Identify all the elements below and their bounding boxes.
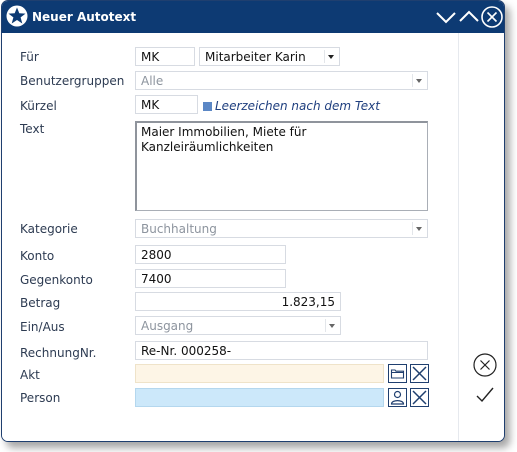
akt-label: Akt bbox=[20, 368, 40, 382]
x-icon bbox=[412, 366, 427, 381]
dialog-window: Neuer Autotext Für MK Mitarbeiter Karin bbox=[1, 0, 505, 442]
fuer-label: Für bbox=[20, 50, 39, 64]
person-icon bbox=[390, 390, 405, 405]
person-label: Person bbox=[20, 391, 61, 405]
akt-field[interactable] bbox=[135, 364, 384, 383]
kategorie-select[interactable]: Buchhaltung bbox=[135, 219, 428, 238]
ein-aus-value: Ausgang bbox=[141, 319, 194, 333]
checkmark-icon bbox=[476, 387, 494, 403]
akt-browse-button[interactable] bbox=[388, 364, 407, 383]
chevron-down-icon[interactable] bbox=[412, 222, 425, 235]
title-bar[interactable]: Neuer Autotext bbox=[2, 1, 504, 33]
fuer-name-value: Mitarbeiter Karin bbox=[205, 50, 306, 64]
window-title: Neuer Autotext bbox=[32, 10, 137, 24]
chevron-down-icon[interactable] bbox=[325, 319, 338, 332]
leerzeichen-label[interactable]: Leerzeichen nach dem Text bbox=[215, 99, 380, 113]
person-clear-button[interactable] bbox=[410, 388, 429, 407]
cancel-circle-icon bbox=[473, 353, 497, 377]
close-circle-icon bbox=[481, 6, 503, 28]
maximize-button[interactable] bbox=[457, 5, 481, 29]
chevron-down-icon[interactable] bbox=[412, 74, 425, 87]
form-area: Für MK Mitarbeiter Karin Benutzergruppen… bbox=[2, 33, 458, 441]
text-area[interactable]: Maier Immobilien, Miete für Kanzleiräuml… bbox=[135, 121, 428, 211]
fuer-name-select[interactable]: Mitarbeiter Karin bbox=[199, 47, 340, 66]
text-label: Text bbox=[20, 122, 45, 136]
chevron-up-icon bbox=[459, 10, 479, 22]
benutzergruppen-select[interactable]: Alle bbox=[135, 71, 428, 90]
konto-label: Konto bbox=[20, 249, 55, 263]
x-icon bbox=[412, 390, 427, 405]
kategorie-label: Kategorie bbox=[20, 222, 78, 236]
ok-button[interactable] bbox=[471, 381, 499, 409]
chevron-down-icon[interactable] bbox=[324, 50, 337, 63]
gegenkonto-label: Gegenkonto bbox=[20, 273, 93, 287]
leerzeichen-checkbox[interactable] bbox=[203, 102, 212, 111]
benutzergruppen-label: Benutzergruppen bbox=[20, 74, 125, 88]
folder-icon bbox=[390, 369, 405, 379]
kuerzel-label: Kürzel bbox=[20, 99, 57, 113]
action-panel bbox=[458, 33, 504, 441]
akt-clear-button[interactable] bbox=[410, 364, 429, 383]
konto-field[interactable]: 2800 bbox=[135, 245, 286, 264]
chevron-down-icon bbox=[436, 12, 456, 24]
cancel-button[interactable] bbox=[471, 351, 499, 379]
rechnungnr-label: RechnungNr. bbox=[20, 346, 97, 360]
gegenkonto-field[interactable]: 7400 bbox=[135, 269, 286, 288]
kategorie-value: Buchhaltung bbox=[141, 222, 217, 236]
benutzergruppen-value: Alle bbox=[141, 74, 164, 88]
person-field[interactable] bbox=[135, 388, 384, 407]
minimize-button[interactable] bbox=[434, 5, 458, 29]
betrag-field[interactable]: 1.823,15 bbox=[135, 292, 341, 311]
close-button[interactable] bbox=[480, 5, 504, 29]
ein-aus-select[interactable]: Ausgang bbox=[135, 316, 341, 335]
rechnungnr-field[interactable]: Re-Nr. 000258- bbox=[135, 341, 428, 360]
fuer-code-field[interactable]: MK bbox=[135, 47, 195, 66]
ein-aus-label: Ein/Aus bbox=[20, 320, 65, 334]
star-icon bbox=[6, 5, 28, 27]
betrag-label: Betrag bbox=[20, 296, 61, 310]
kuerzel-field[interactable]: MK bbox=[135, 95, 198, 114]
person-browse-button[interactable] bbox=[388, 388, 407, 407]
